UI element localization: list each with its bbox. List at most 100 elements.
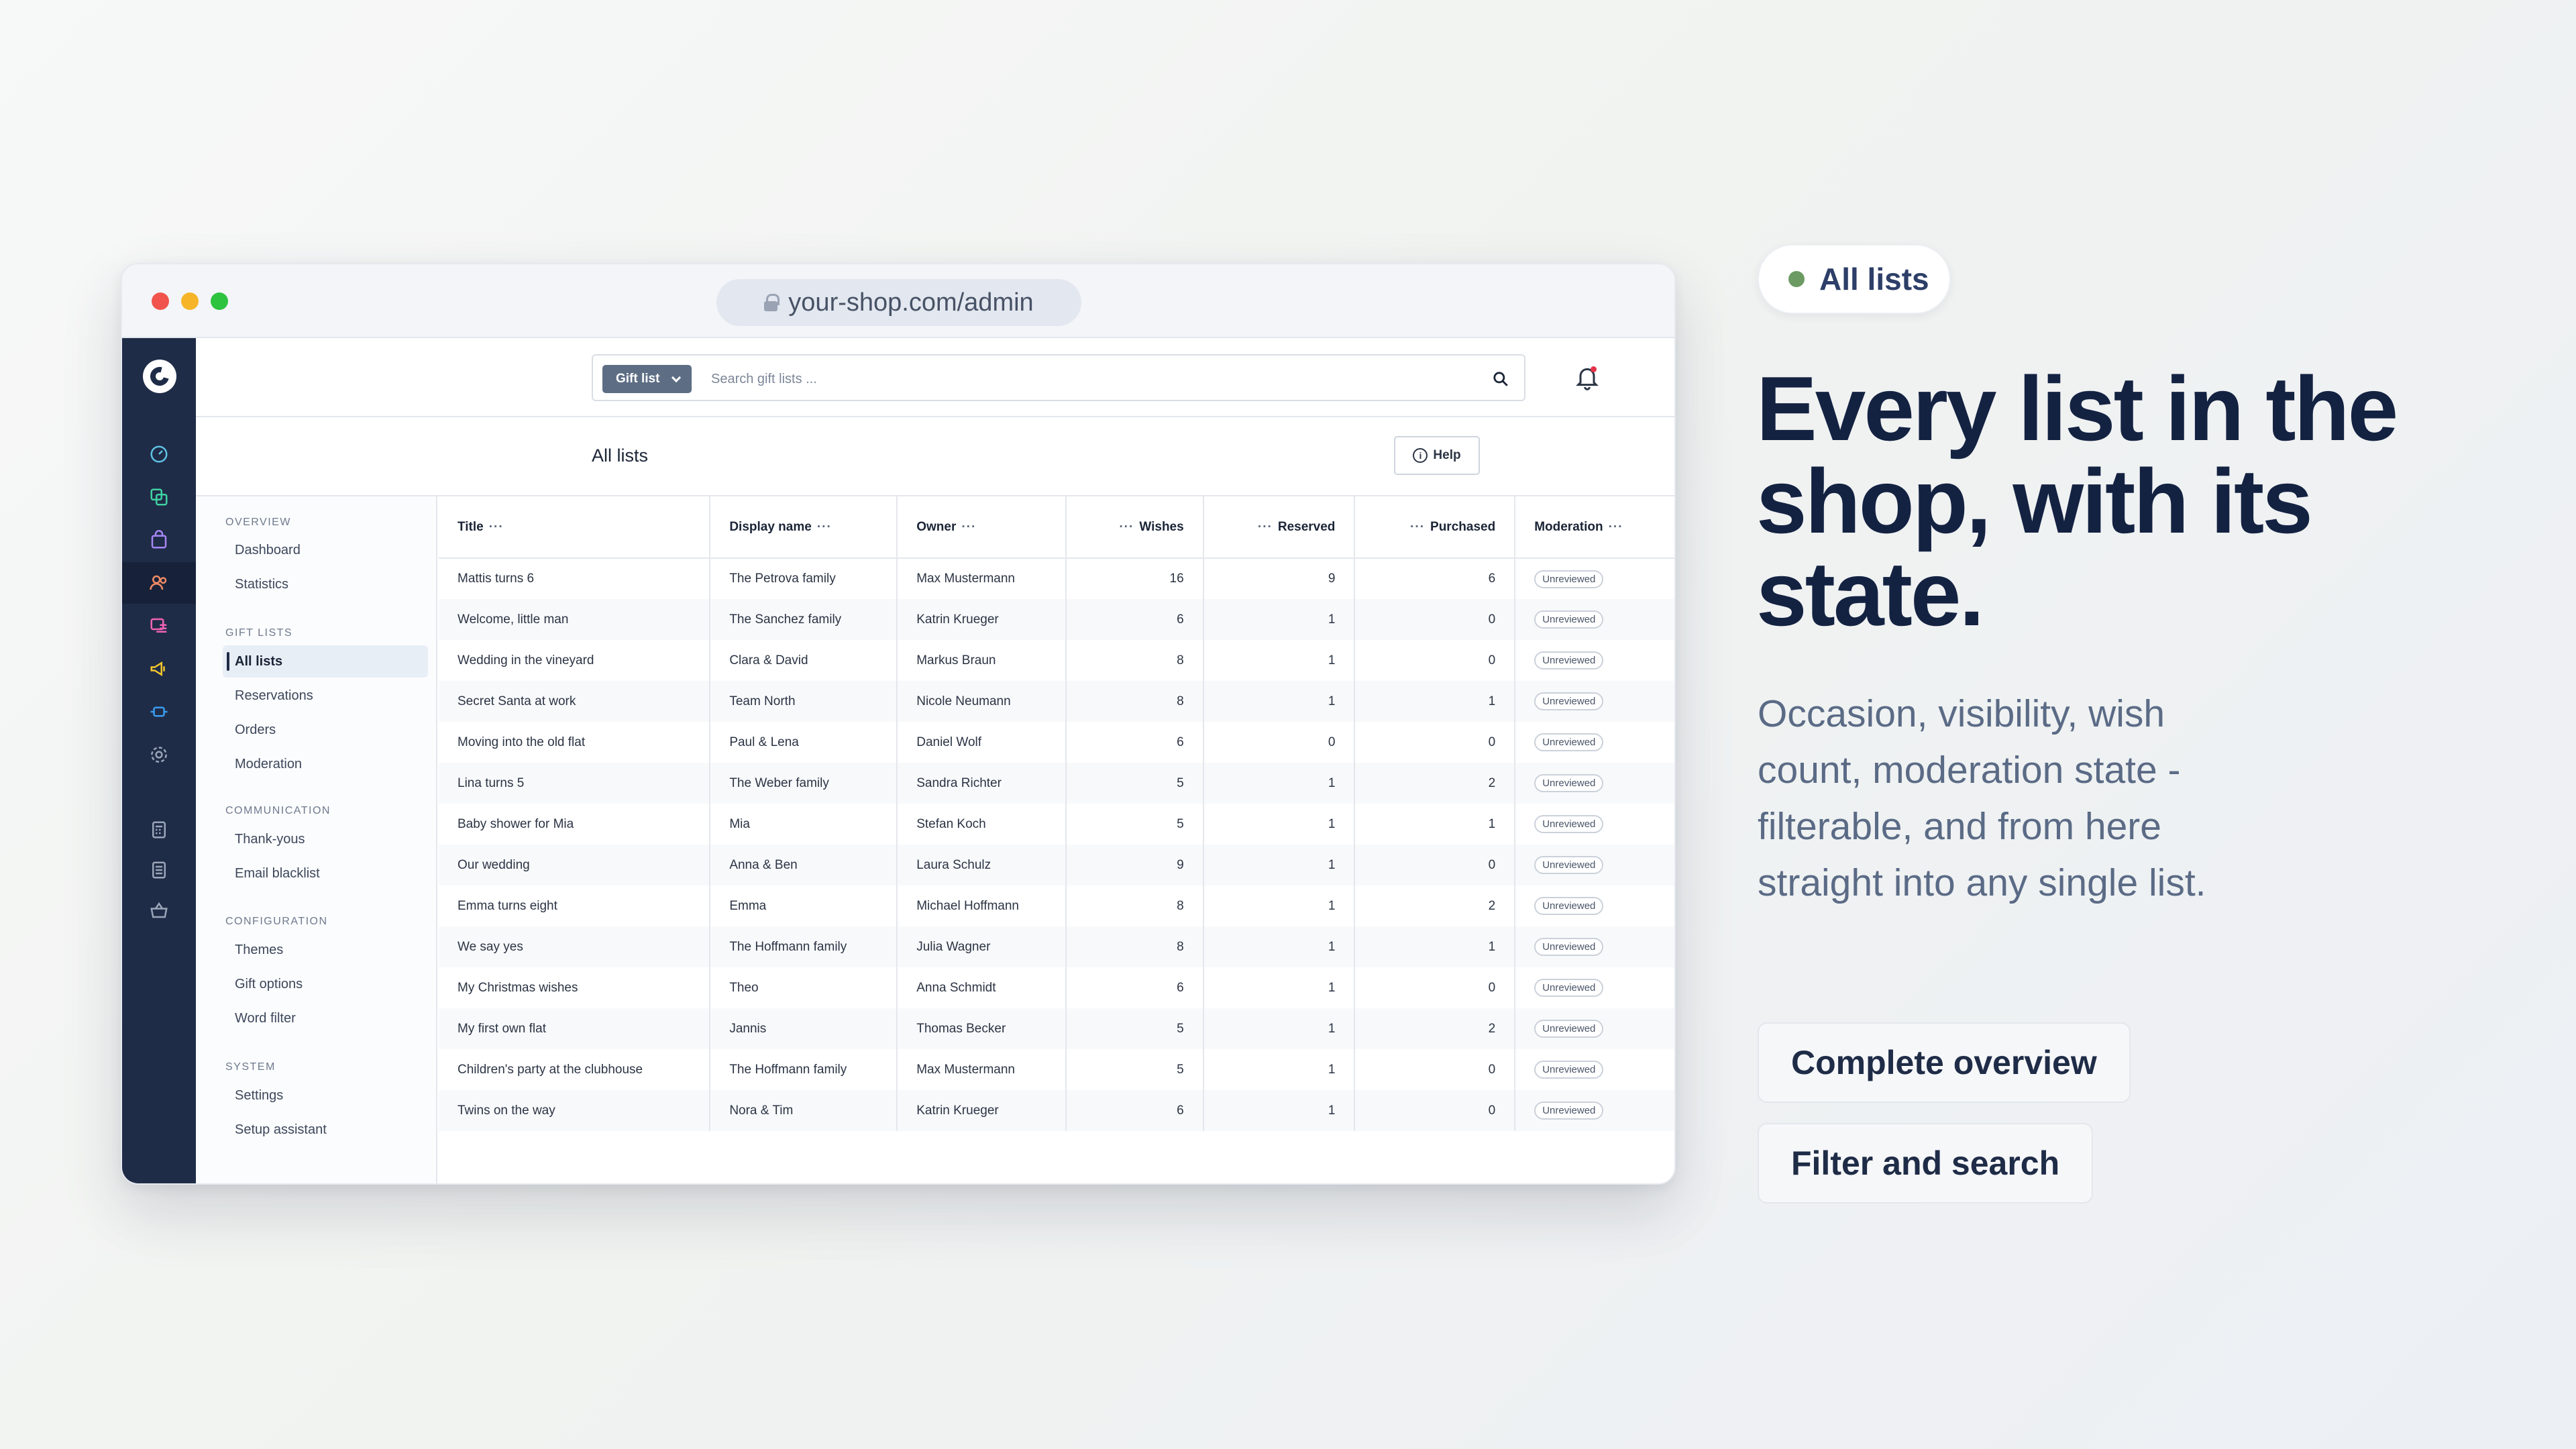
sidebar-item-all-lists[interactable]: All lists: [223, 645, 428, 678]
cell-wishes: 9: [1066, 845, 1204, 885]
cell-reserved: 9: [1203, 558, 1356, 599]
sidebar-item-thank-yous[interactable]: Thank-yous: [223, 823, 428, 855]
cell-wishes: 6: [1066, 1090, 1204, 1131]
sidebar-item-gift-options[interactable]: Gift options: [223, 968, 428, 1000]
table-row[interactable]: Welcome, little man The Sanchez family Kat…: [439, 599, 1674, 640]
cell-purchased: 2: [1354, 763, 1516, 804]
table-row[interactable]: Secret Santa at work Team North Nicole Neu…: [439, 681, 1674, 722]
settings-icon: [151, 747, 167, 763]
sidebar-item-moderation[interactable]: Moderation: [223, 748, 428, 780]
column-header-owner[interactable]: Owner ···: [897, 496, 1067, 559]
cell-purchased: 0: [1354, 1090, 1516, 1131]
table-row[interactable]: My Christmas wishes Theo Anna Schmidt 6 1 0 Un…: [439, 967, 1674, 1008]
column-header-wishes[interactable]: ··· Wishes: [1066, 496, 1204, 559]
cell-purchased: 1: [1354, 804, 1516, 845]
rail-orders[interactable]: [122, 519, 196, 561]
cell-moderation: Unreviewed: [1515, 640, 1674, 681]
cell-moderation: Unreviewed: [1515, 599, 1674, 640]
cell-owner: Nicole Neumann: [897, 681, 1067, 722]
table-row[interactable]: Our wedding Anna & Ben Laura Schulz 9 1 0 Unre…: [439, 845, 1674, 885]
column-menu-icon[interactable]: ···: [1410, 520, 1425, 534]
column-header-display-name[interactable]: Display name ···: [710, 496, 898, 559]
column-menu-icon[interactable]: ···: [961, 520, 976, 534]
moderation-status-badge: Unreviewed: [1534, 938, 1604, 956]
column-menu-icon[interactable]: ···: [1119, 520, 1134, 534]
column-header-reserved[interactable]: ··· Reserved: [1203, 496, 1356, 559]
table-row[interactable]: We say yes The Hoffmann family Julia Wagne…: [439, 926, 1674, 967]
column-menu-icon[interactable]: ···: [817, 520, 832, 534]
table-row[interactable]: Lina turns 5 The Weber family Sandra Richt…: [439, 763, 1674, 804]
search-input[interactable]: [711, 365, 1449, 393]
cell-reserved: 0: [1203, 722, 1356, 763]
minimize-window-button[interactable]: [181, 292, 199, 310]
cell-display-name: Theo: [710, 967, 898, 1008]
sidebar-item-setup-assistant[interactable]: Setup assistant: [223, 1114, 428, 1146]
extensions-icon: [150, 706, 168, 717]
cell-reserved: 1: [1203, 763, 1356, 804]
table-row[interactable]: Twins on the way Nora & Tim Katrin Krueger…: [439, 1090, 1674, 1131]
table-row[interactable]: Mattis turns 6 The Petrova family Max Must…: [439, 558, 1674, 599]
sidebar-item-themes[interactable]: Themes: [223, 934, 428, 966]
rail-dashboard[interactable]: [122, 433, 196, 475]
rail-marketing[interactable]: [122, 648, 196, 690]
table-row[interactable]: Emma turns eight Emma Michael Hoffmann 8 1 2 U…: [439, 885, 1674, 926]
column-menu-icon[interactable]: ···: [489, 520, 504, 534]
cell-display-name: Jannis: [710, 1008, 898, 1049]
table-row[interactable]: Moving into the old flat Paul & Lena Danie…: [439, 722, 1674, 763]
cell-reserved: 1: [1203, 926, 1356, 967]
filter-and-search-button[interactable]: Filter and search: [1758, 1123, 2094, 1203]
table-row[interactable]: Children's party at the clubhouse The Hof…: [439, 1049, 1674, 1090]
rail-tool-3[interactable]: [122, 890, 196, 931]
rail-settings[interactable]: [122, 734, 196, 775]
section-pill: All lists: [1758, 244, 1951, 314]
sidebar-item-orders[interactable]: Orders: [223, 714, 428, 746]
complete-overview-button[interactable]: Complete overview: [1758, 1022, 2131, 1103]
browser-chrome: your-shop.com/admin: [122, 264, 1674, 338]
rail-extensions[interactable]: [122, 691, 196, 733]
notifications-button[interactable]: [1574, 364, 1601, 390]
rail-tool-1[interactable]: [122, 809, 196, 851]
nav-group-communication: Communication: [225, 805, 331, 816]
cell-title: My Christmas wishes: [439, 967, 711, 1008]
shop-logo-icon[interactable]: [143, 360, 176, 393]
close-window-button[interactable]: [152, 292, 169, 310]
sidebar-item-word-filter[interactable]: Word filter: [223, 1002, 428, 1034]
cell-reserved: 1: [1203, 1090, 1356, 1131]
cell-purchased: 6: [1354, 558, 1516, 599]
cell-owner: Stefan Koch: [897, 804, 1067, 845]
search-entity-select[interactable]: Gift list: [602, 365, 692, 393]
cell-reserved: 1: [1203, 681, 1356, 722]
table-header-row: Title ··· Display name ··· Owner ··· ··· Wis…: [439, 496, 1674, 559]
rail-catalog[interactable]: [122, 476, 196, 518]
table-row[interactable]: Wedding in the vineyard Clara & David Mark…: [439, 640, 1674, 681]
sidebar-item-reservations[interactable]: Reservations: [223, 680, 428, 712]
table-row[interactable]: Baby shower for Mia Mia Stefan Koch 5 1 1 Unre…: [439, 804, 1674, 845]
column-menu-icon[interactable]: ···: [1609, 520, 1623, 534]
browser-window: your-shop.com/admin Gift list Search gif…: [121, 263, 1676, 1185]
sidebar-item-email-blacklist[interactable]: Email blacklist: [223, 857, 428, 890]
rail-content[interactable]: [122, 605, 196, 647]
sidebar-item-dashboard[interactable]: Dashboard: [223, 534, 428, 566]
column-header-moderation[interactable]: Moderation ···: [1515, 496, 1674, 559]
column-menu-icon[interactable]: ···: [1258, 520, 1273, 534]
cell-display-name: Anna & Ben: [710, 845, 898, 885]
cell-title: Welcome, little man: [439, 599, 711, 640]
cell-wishes: 16: [1066, 558, 1204, 599]
cell-title: Mattis turns 6: [439, 558, 711, 599]
column-header-title[interactable]: Title ···: [439, 496, 711, 559]
cell-display-name: The Sanchez family: [710, 599, 898, 640]
sidebar-item-settings[interactable]: Settings: [223, 1079, 428, 1112]
table-row[interactable]: My first own flat Jannis Thomas Becker 5 1 2 U…: [439, 1008, 1674, 1049]
rail-tool-2[interactable]: [122, 849, 196, 891]
url-text: your-shop.com/admin: [788, 288, 1034, 317]
sidebar-item-statistics[interactable]: Statistics: [223, 568, 428, 600]
address-bar[interactable]: your-shop.com/admin: [716, 279, 1081, 326]
moderation-status-badge: Unreviewed: [1534, 897, 1604, 915]
rail-customers[interactable]: [122, 562, 196, 604]
help-button[interactable]: i Help: [1394, 436, 1480, 475]
column-header-purchased[interactable]: ··· Purchased: [1354, 496, 1516, 559]
search-icon[interactable]: [1492, 370, 1509, 388]
moderation-status-badge: Unreviewed: [1534, 651, 1604, 669]
maximize-window-button[interactable]: [211, 292, 228, 310]
headline: Every list in the shop, with its state.: [1756, 358, 2398, 645]
